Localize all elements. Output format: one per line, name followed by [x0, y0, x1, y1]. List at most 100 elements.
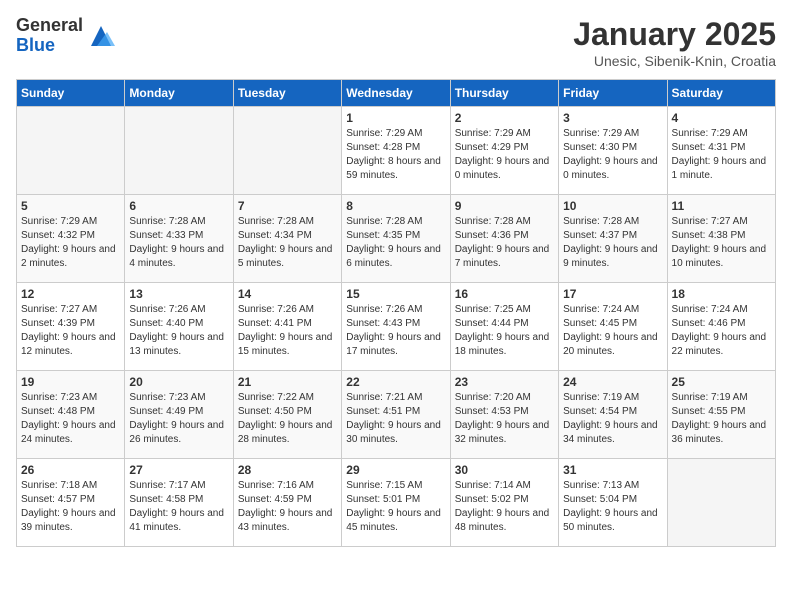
cell-line: Daylight: 9 hours and 5 minutes.: [238, 243, 337, 271]
logo-general-text: General: [16, 16, 83, 36]
weekday-header: Sunday: [17, 80, 125, 107]
cell-line: Sunset: 4:29 PM: [455, 141, 554, 155]
cell-line: Sunrise: 7:20 AM: [455, 391, 554, 405]
cell-line: Sunrise: 7:19 AM: [563, 391, 662, 405]
cell-line: Sunrise: 7:18 AM: [21, 479, 120, 493]
cell-line: Daylight: 9 hours and 7 minutes.: [455, 243, 554, 271]
cell-line: Daylight: 9 hours and 28 minutes.: [238, 419, 337, 447]
cell-line: Sunrise: 7:29 AM: [563, 127, 662, 141]
weekday-header: Wednesday: [342, 80, 450, 107]
page-header: General Blue January 2025 Unesic, Sibeni…: [16, 16, 776, 69]
cell-content: Sunrise: 7:16 AMSunset: 4:59 PMDaylight:…: [238, 479, 337, 535]
cell-line: Daylight: 9 hours and 9 minutes.: [563, 243, 662, 271]
day-number: 17: [563, 287, 662, 301]
cell-line: Sunset: 4:59 PM: [238, 493, 337, 507]
day-number: 2: [455, 111, 554, 125]
cell-line: Sunset: 4:33 PM: [129, 229, 228, 243]
calendar-week-row: 12Sunrise: 7:27 AMSunset: 4:39 PMDayligh…: [17, 283, 776, 371]
cell-line: Sunrise: 7:14 AM: [455, 479, 554, 493]
cell-content: Sunrise: 7:13 AMSunset: 5:04 PMDaylight:…: [563, 479, 662, 535]
calendar-cell: 22 Sunrise: 7:21 AMSunset: 4:51 PMDayligh…: [342, 371, 450, 459]
cell-line: Sunset: 4:44 PM: [455, 317, 554, 331]
cell-line: Sunrise: 7:27 AM: [21, 303, 120, 317]
day-number: 22: [346, 375, 445, 389]
cell-line: Sunrise: 7:29 AM: [346, 127, 445, 141]
day-number: 6: [129, 199, 228, 213]
day-number: 14: [238, 287, 337, 301]
day-number: 12: [21, 287, 120, 301]
day-number: 25: [672, 375, 771, 389]
cell-content: Sunrise: 7:26 AMSunset: 4:41 PMDaylight:…: [238, 303, 337, 359]
cell-line: Sunrise: 7:21 AM: [346, 391, 445, 405]
day-number: 20: [129, 375, 228, 389]
cell-content: Sunrise: 7:18 AMSunset: 4:57 PMDaylight:…: [21, 479, 120, 535]
cell-line: Sunrise: 7:29 AM: [21, 215, 120, 229]
cell-line: Sunset: 4:45 PM: [563, 317, 662, 331]
cell-line: Sunset: 4:50 PM: [238, 405, 337, 419]
cell-line: Sunset: 4:37 PM: [563, 229, 662, 243]
cell-line: Daylight: 9 hours and 12 minutes.: [21, 331, 120, 359]
cell-content: Sunrise: 7:29 AMSunset: 4:31 PMDaylight:…: [672, 127, 771, 183]
cell-line: Sunset: 4:30 PM: [563, 141, 662, 155]
cell-content: Sunrise: 7:27 AMSunset: 4:39 PMDaylight:…: [21, 303, 120, 359]
cell-content: Sunrise: 7:21 AMSunset: 4:51 PMDaylight:…: [346, 391, 445, 447]
calendar-cell: 16Sunrise: 7:25 AMSunset: 4:44 PMDayligh…: [450, 283, 558, 371]
cell-line: Sunrise: 7:24 AM: [672, 303, 771, 317]
cell-line: Sunset: 4:35 PM: [346, 229, 445, 243]
cell-line: Daylight: 9 hours and 36 minutes.: [672, 419, 771, 447]
day-number: 31: [563, 463, 662, 477]
cell-line: Sunrise: 7:23 AM: [21, 391, 120, 405]
calendar-cell: [667, 459, 775, 547]
day-number: 19: [21, 375, 120, 389]
cell-content: Sunrise: 7:19 AMSunset: 4:55 PMDaylight:…: [672, 391, 771, 447]
cell-line: Sunset: 4:46 PM: [672, 317, 771, 331]
cell-line: Sunrise: 7:29 AM: [455, 127, 554, 141]
cell-line: Daylight: 9 hours and 32 minutes.: [455, 419, 554, 447]
calendar-cell: 29Sunrise: 7:15 AMSunset: 5:01 PMDayligh…: [342, 459, 450, 547]
cell-line: Daylight: 9 hours and 0 minutes.: [563, 155, 662, 183]
cell-content: Sunrise: 7:15 AMSunset: 5:01 PMDaylight:…: [346, 479, 445, 535]
cell-line: Sunrise: 7:28 AM: [563, 215, 662, 229]
calendar-cell: 28Sunrise: 7:16 AMSunset: 4:59 PMDayligh…: [233, 459, 341, 547]
cell-line: Sunset: 4:34 PM: [238, 229, 337, 243]
day-number: 10: [563, 199, 662, 213]
cell-line: Daylight: 9 hours and 41 minutes.: [129, 507, 228, 535]
calendar-cell: 6Sunrise: 7:28 AMSunset: 4:33 PMDaylight…: [125, 195, 233, 283]
cell-line: Sunset: 4:39 PM: [21, 317, 120, 331]
day-number: 27: [129, 463, 228, 477]
cell-line: Sunset: 4:31 PM: [672, 141, 771, 155]
calendar-cell: [17, 107, 125, 195]
calendar-cell: 7Sunrise: 7:28 AMSunset: 4:34 PMDaylight…: [233, 195, 341, 283]
cell-line: Sunset: 5:02 PM: [455, 493, 554, 507]
cell-line: Sunrise: 7:26 AM: [129, 303, 228, 317]
calendar-cell: 25 Sunrise: 7:19 AMSunset: 4:55 PMDayligh…: [667, 371, 775, 459]
calendar-cell: 26 Sunrise: 7:18 AMSunset: 4:57 PMDayligh…: [17, 459, 125, 547]
cell-line: Sunrise: 7:28 AM: [238, 215, 337, 229]
calendar-cell: 18Sunrise: 7:24 AMSunset: 4:46 PMDayligh…: [667, 283, 775, 371]
cell-content: Sunrise: 7:27 AMSunset: 4:38 PMDaylight:…: [672, 215, 771, 271]
cell-line: Daylight: 9 hours and 48 minutes.: [455, 507, 554, 535]
day-number: 26: [21, 463, 120, 477]
day-number: 5: [21, 199, 120, 213]
cell-line: Sunrise: 7:23 AM: [129, 391, 228, 405]
calendar-cell: 13Sunrise: 7:26 AMSunset: 4:40 PMDayligh…: [125, 283, 233, 371]
logo-icon: [87, 22, 115, 50]
calendar-cell: 31 Sunrise: 7:13 AMSunset: 5:04 PMDayligh…: [559, 459, 667, 547]
cell-content: Sunrise: 7:29 AMSunset: 4:32 PMDaylight:…: [21, 215, 120, 271]
cell-content: Sunrise: 7:17 AMSunset: 4:58 PMDaylight:…: [129, 479, 228, 535]
cell-line: Daylight: 9 hours and 4 minutes.: [129, 243, 228, 271]
cell-line: Daylight: 9 hours and 15 minutes.: [238, 331, 337, 359]
cell-line: Daylight: 9 hours and 43 minutes.: [238, 507, 337, 535]
cell-line: Sunset: 4:40 PM: [129, 317, 228, 331]
cell-line: Sunrise: 7:25 AM: [455, 303, 554, 317]
cell-content: Sunrise: 7:28 AMSunset: 4:35 PMDaylight:…: [346, 215, 445, 271]
cell-line: Sunrise: 7:15 AM: [346, 479, 445, 493]
cell-line: Sunset: 4:51 PM: [346, 405, 445, 419]
cell-line: Sunset: 4:55 PM: [672, 405, 771, 419]
calendar-cell: 8Sunrise: 7:28 AMSunset: 4:35 PMDaylight…: [342, 195, 450, 283]
day-number: 23: [455, 375, 554, 389]
cell-content: Sunrise: 7:23 AMSunset: 4:48 PMDaylight:…: [21, 391, 120, 447]
cell-line: Sunset: 4:38 PM: [672, 229, 771, 243]
cell-line: Daylight: 9 hours and 20 minutes.: [563, 331, 662, 359]
cell-line: Sunset: 4:58 PM: [129, 493, 228, 507]
